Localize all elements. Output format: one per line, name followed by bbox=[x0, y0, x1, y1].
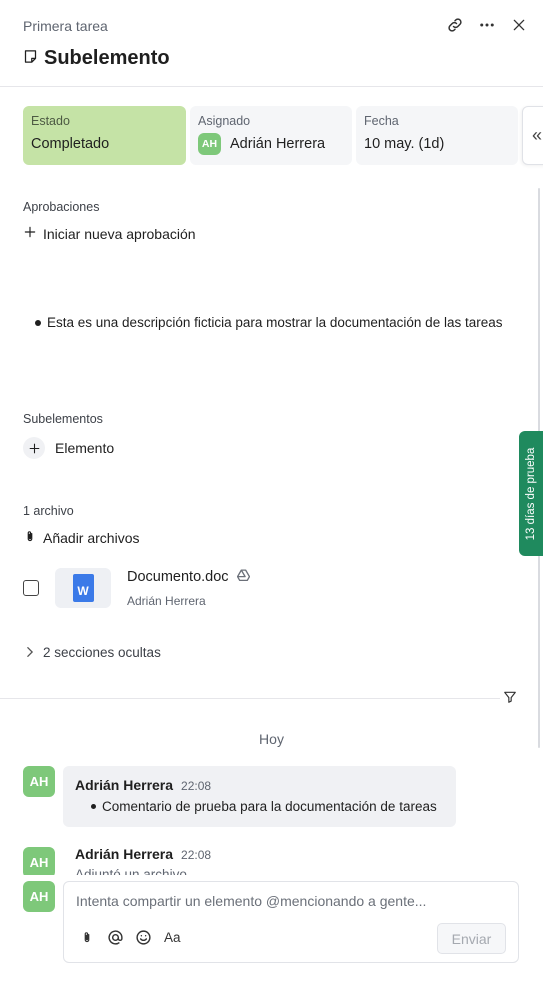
plus-icon bbox=[23, 225, 37, 242]
add-subitem-button[interactable]: Elemento bbox=[23, 437, 114, 459]
paperclip-icon bbox=[23, 529, 37, 547]
date-card[interactable]: Fecha 10 may. (1d) bbox=[356, 106, 518, 165]
add-files-button[interactable]: Añadir archivos bbox=[23, 529, 140, 547]
file-count-label: 1 archivo bbox=[23, 504, 74, 518]
add-files-label: Añadir archivos bbox=[43, 530, 140, 546]
start-approval-label: Iniciar nueva aprobación bbox=[43, 225, 196, 242]
comment-time: 22:08 bbox=[181, 848, 212, 862]
file-owner: Adrián Herrera bbox=[127, 594, 206, 608]
avatar: AH bbox=[23, 881, 55, 912]
state-label: Estado bbox=[31, 114, 70, 128]
file-thumbnail[interactable]: W bbox=[55, 568, 111, 608]
mention-icon[interactable] bbox=[107, 929, 124, 951]
assignee-name: Adrián Herrera bbox=[230, 136, 326, 152]
comment-time: 22:08 bbox=[181, 779, 212, 793]
more-options-icon[interactable] bbox=[476, 14, 498, 36]
send-button[interactable]: Enviar bbox=[437, 923, 506, 954]
trial-days-label: 13 días de prueba bbox=[525, 447, 537, 540]
bullet-dot bbox=[35, 319, 41, 326]
plus-icon bbox=[23, 437, 45, 459]
chevron-right-icon bbox=[26, 645, 34, 660]
assignee-card[interactable]: Asignado AH Adrián Herrera bbox=[190, 106, 352, 165]
avatar[interactable]: AH bbox=[23, 847, 55, 878]
comment-body: Comentario de prueba para la documentaci… bbox=[91, 799, 437, 814]
comment-header: Adrián Herrera 22:08 bbox=[75, 777, 211, 793]
date-label: Fecha bbox=[364, 114, 399, 128]
google-drive-icon bbox=[236, 568, 250, 586]
hidden-sections-label: 2 secciones ocultas bbox=[43, 645, 161, 660]
comment-header: Adrián Herrera 22:08 bbox=[75, 846, 211, 862]
text-format-button[interactable]: Aa bbox=[164, 930, 181, 945]
filter-icon[interactable] bbox=[503, 690, 517, 709]
day-separator: Hoy bbox=[259, 731, 284, 747]
header-divider bbox=[0, 86, 543, 87]
file-select-checkbox[interactable] bbox=[23, 580, 39, 596]
comment-bubble[interactable] bbox=[63, 766, 456, 827]
paperclip-icon[interactable] bbox=[80, 930, 94, 950]
comment-text: Comentario de prueba para la documentaci… bbox=[102, 799, 437, 814]
state-card[interactable]: Estado Completado bbox=[23, 106, 186, 165]
start-approval-button[interactable]: Iniciar nueva aprobación bbox=[23, 225, 196, 242]
collapse-panel-button[interactable]: « bbox=[522, 106, 543, 165]
link-icon[interactable] bbox=[444, 14, 466, 36]
assignee-label: Asignado bbox=[198, 114, 251, 128]
file-name[interactable]: Documento.doc bbox=[127, 569, 229, 585]
file-title-row: Documento.doc bbox=[127, 568, 250, 586]
comment-author[interactable]: Adrián Herrera bbox=[75, 846, 173, 862]
page-title[interactable]: Subelemento bbox=[44, 47, 170, 70]
description-text: Esta es una descripción ficticia para mo… bbox=[47, 315, 503, 330]
avatar[interactable]: AH bbox=[23, 766, 55, 797]
close-icon[interactable] bbox=[508, 14, 530, 36]
comment-author[interactable]: Adrián Herrera bbox=[75, 777, 173, 793]
add-subitem-label: Elemento bbox=[55, 440, 115, 456]
activity-divider bbox=[0, 698, 500, 699]
avatar: AH bbox=[198, 133, 221, 155]
comment-text: Adjuntó un archivo bbox=[75, 867, 187, 875]
emoji-icon[interactable] bbox=[135, 929, 152, 951]
bullet-dot bbox=[91, 804, 96, 809]
date-value: 10 may. (1d) bbox=[364, 136, 445, 152]
hidden-sections-toggle[interactable]: 2 secciones ocultas bbox=[26, 645, 161, 660]
page-title-row: Subelemento bbox=[23, 47, 170, 70]
description[interactable]: Esta es una descripción ficticia para mo… bbox=[35, 315, 502, 330]
double-chevron-left-icon: « bbox=[531, 125, 542, 145]
approvals-label: Aprobaciones bbox=[23, 200, 100, 214]
state-value: Completado bbox=[31, 136, 110, 152]
word-doc-icon: W bbox=[72, 574, 94, 602]
breadcrumb[interactable]: Primera tarea bbox=[23, 18, 108, 34]
subitems-label: Subelementos bbox=[23, 412, 103, 426]
comment-input[interactable]: Intenta compartir un elemento @mencionan… bbox=[76, 893, 426, 909]
trial-days-badge[interactable]: 13 días de prueba bbox=[519, 431, 543, 556]
note-icon bbox=[23, 49, 38, 69]
